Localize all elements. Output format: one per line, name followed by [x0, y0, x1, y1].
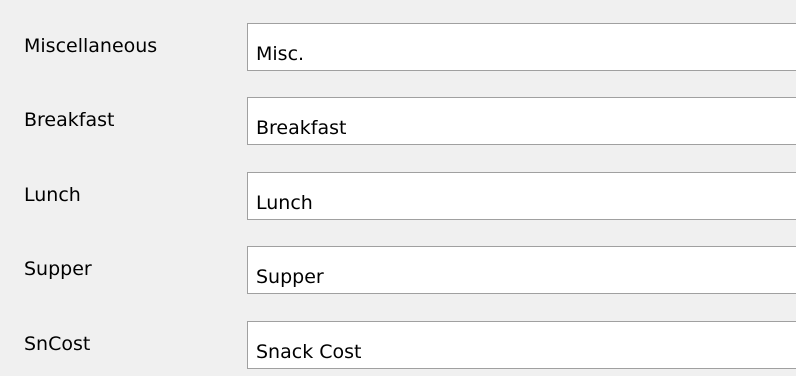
- field-input-miscellaneous[interactable]: [247, 23, 796, 71]
- field-row-miscellaneous: Miscellaneous: [0, 23, 796, 75]
- field-input-sncost[interactable]: [247, 321, 796, 369]
- field-label-supper: Supper: [24, 258, 92, 280]
- field-row-supper: Supper: [0, 246, 796, 298]
- field-label-miscellaneous: Miscellaneous: [24, 35, 158, 57]
- field-label-sncost: SnCost: [24, 333, 91, 355]
- field-row-sncost: SnCost: [0, 321, 796, 373]
- field-input-lunch[interactable]: [247, 172, 796, 220]
- caption-form: Miscellaneous Breakfast Lunch Supper SnC…: [0, 0, 796, 376]
- field-row-lunch: Lunch: [0, 172, 796, 224]
- field-input-supper[interactable]: [247, 246, 796, 294]
- field-input-breakfast[interactable]: [247, 97, 796, 145]
- field-label-lunch: Lunch: [24, 184, 81, 206]
- field-label-breakfast: Breakfast: [24, 109, 115, 131]
- field-row-breakfast: Breakfast: [0, 97, 796, 149]
